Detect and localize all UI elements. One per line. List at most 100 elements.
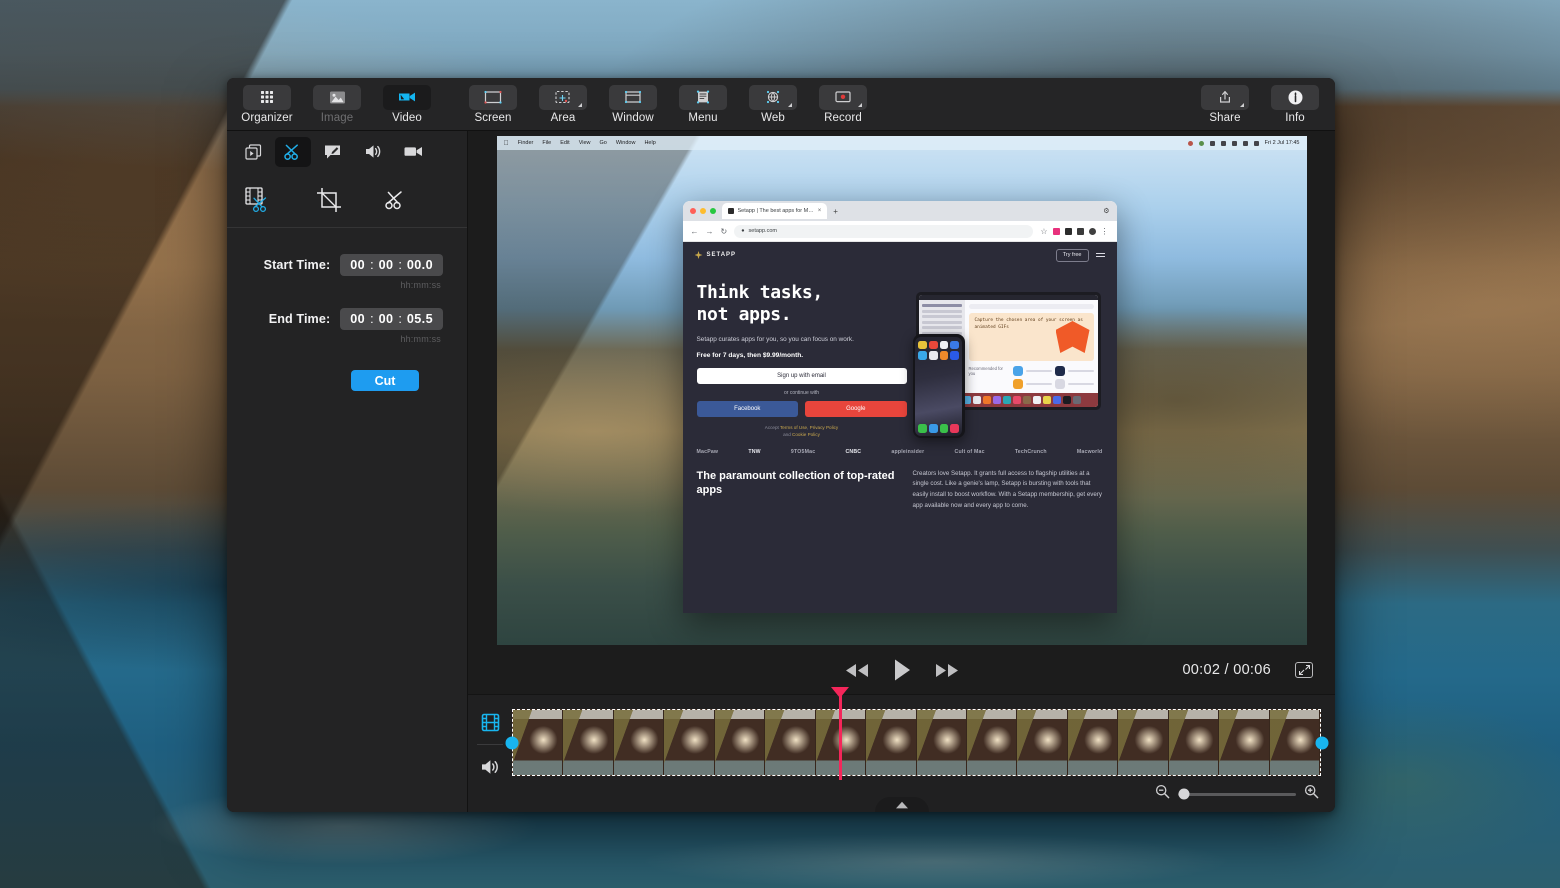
playhead-handle-icon[interactable]: [831, 687, 850, 698]
app-icon: [928, 340, 938, 350]
back-icon[interactable]: ←: [691, 227, 699, 236]
video-preview[interactable]:  Finder File Edit View Go Window Help: [496, 136, 1307, 645]
url-input[interactable]: ● setapp.com: [734, 224, 1034, 238]
timeline-track-area[interactable]: [505, 687, 1335, 812]
toolbar-button-image[interactable]: Image: [309, 84, 365, 124]
toolbar-button-menu[interactable]: Menu: [675, 84, 731, 124]
timeline-collapse-button[interactable]: [874, 797, 929, 812]
iphone-mockup: [912, 334, 965, 438]
try-free-button[interactable]: Try free: [1055, 248, 1089, 262]
tool-tab-camera[interactable]: [395, 137, 431, 167]
start-time-seconds[interactable]: 00.0: [407, 258, 433, 272]
end-time-seconds[interactable]: 05.5: [407, 312, 433, 326]
end-time-minutes[interactable]: 00: [379, 312, 394, 326]
fullscreen-button[interactable]: [1295, 662, 1313, 678]
maximize-window-icon[interactable]: [709, 208, 716, 214]
toolbar-mode-group: Organizer Image Video: [239, 84, 435, 124]
battery-icon: [1242, 140, 1248, 146]
toolbar-button-record[interactable]: Record: [815, 84, 871, 124]
tool-tab-annotate[interactable]: [315, 137, 351, 167]
setapp-logo[interactable]: SETAPP: [694, 251, 737, 259]
menubar-item-go: Go: [594, 140, 607, 146]
clip-end-handle[interactable]: [1315, 736, 1329, 750]
audio-track-toggle[interactable]: [477, 754, 503, 780]
profile-avatar-icon[interactable]: [1088, 227, 1096, 235]
setapp-price-line: Free for 7 days, then $9.99/month.: [696, 351, 804, 359]
sub-tab-split[interactable]: [239, 180, 283, 220]
close-window-icon[interactable]: [689, 208, 696, 214]
start-time-minutes[interactable]: 00: [379, 258, 394, 272]
toolbar-button-window[interactable]: Window: [605, 84, 661, 124]
tool-tab-clips[interactable]: [235, 137, 271, 167]
zoom-slider[interactable]: [1178, 788, 1296, 800]
terms-of-use-link[interactable]: Terms of Use: [780, 425, 807, 430]
zoom-out-button[interactable]: [1155, 784, 1170, 804]
video-clip[interactable]: [512, 709, 1321, 776]
tool-tab-audio[interactable]: [355, 137, 391, 167]
clip-thumbnail: [613, 710, 665, 775]
setapp-hero-devices: Capture the chosen area of your screen a…: [907, 282, 1103, 439]
app-icon: [939, 351, 949, 360]
zoom-slider-knob[interactable]: [1178, 788, 1190, 800]
preview-wrapper:  Finder File Edit View Go Window Help: [468, 131, 1335, 646]
end-time-input[interactable]: 00 : 00 : 05.5: [340, 308, 443, 330]
tab-close-icon[interactable]: ×: [818, 208, 822, 214]
facebook-signin-button[interactable]: Facebook: [696, 400, 798, 417]
browser-settings-icon[interactable]: ⚙: [1103, 207, 1109, 215]
toolbar-button-web[interactable]: Web: [745, 84, 801, 124]
toolbar-button-share[interactable]: Share: [1197, 84, 1253, 124]
video-track-toggle[interactable]: [477, 709, 503, 735]
info-icon: [1271, 84, 1319, 110]
hamburger-menu-icon[interactable]: [1095, 252, 1105, 258]
toolbar-button-organizer[interactable]: Organizer: [239, 84, 295, 124]
dock-icon: [1002, 396, 1011, 404]
end-time-hours[interactable]: 00: [350, 312, 365, 326]
fast-forward-button[interactable]: [934, 662, 960, 679]
toolbar-button-area[interactable]: Area: [535, 84, 591, 124]
toolbar-label-screen: Screen: [474, 111, 512, 124]
toolbar-button-screen[interactable]: Screen: [465, 84, 521, 124]
social-buttons: Facebook Google: [696, 400, 907, 417]
clip-thumbnail: [714, 710, 766, 775]
toolbar-label-organizer: Organizer: [241, 111, 293, 124]
signup-email-button[interactable]: Sign up with email: [696, 367, 907, 384]
privacy-policy-link[interactable]: Privacy Policy: [810, 425, 839, 430]
play-icon: [894, 659, 910, 681]
play-button[interactable]: [892, 658, 912, 682]
start-time-hours[interactable]: 00: [350, 258, 365, 272]
status-icon-2: [1198, 140, 1204, 146]
sub-tab-crop[interactable]: [307, 180, 351, 220]
tool-tab-bar: [227, 131, 467, 172]
toolbar-button-info[interactable]: Info: [1267, 84, 1323, 124]
forward-icon[interactable]: →: [706, 227, 714, 236]
status-icon-3: [1209, 140, 1215, 146]
tool-tab-cut[interactable]: [275, 136, 311, 167]
transport-controls: [844, 658, 960, 682]
app-icon: [918, 340, 927, 350]
new-tab-icon[interactable]: +: [833, 207, 838, 216]
minimize-window-icon[interactable]: [699, 208, 706, 214]
browser-tab[interactable]: Setapp | The best apps for M… ×: [721, 203, 828, 219]
bookmark-star-icon[interactable]: ☆: [1040, 227, 1047, 236]
rewind-button[interactable]: [844, 662, 870, 679]
extension-icon-3[interactable]: [1076, 227, 1084, 235]
sub-tab-trim[interactable]: [375, 180, 419, 220]
playhead[interactable]: [831, 687, 850, 780]
toolbar-button-video[interactable]: Video: [379, 84, 435, 124]
iphone-screen: [915, 336, 962, 436]
extension-icon-1[interactable]: [1052, 227, 1060, 235]
or-continue-label: or continue with: [783, 389, 820, 396]
main-toolbar: Organizer Image Video Screen Area Window…: [227, 78, 1335, 131]
clip-start-handle[interactable]: [505, 736, 519, 750]
start-time-input[interactable]: 00 : 00 : 00.0: [340, 254, 443, 276]
zoom-in-button[interactable]: [1304, 784, 1319, 804]
time-colon: :: [398, 258, 402, 272]
toolbar-label-share: Share: [1209, 111, 1241, 124]
reload-icon[interactable]: ↻: [721, 227, 728, 236]
cut-button[interactable]: Cut: [351, 370, 419, 391]
extension-icon-2[interactable]: [1064, 227, 1072, 235]
app-card: [1054, 366, 1094, 376]
browser-menu-icon[interactable]: ⋮: [1101, 227, 1109, 236]
cookie-policy-link[interactable]: Cookie Policy: [792, 432, 820, 437]
google-signin-button[interactable]: Google: [805, 400, 907, 417]
